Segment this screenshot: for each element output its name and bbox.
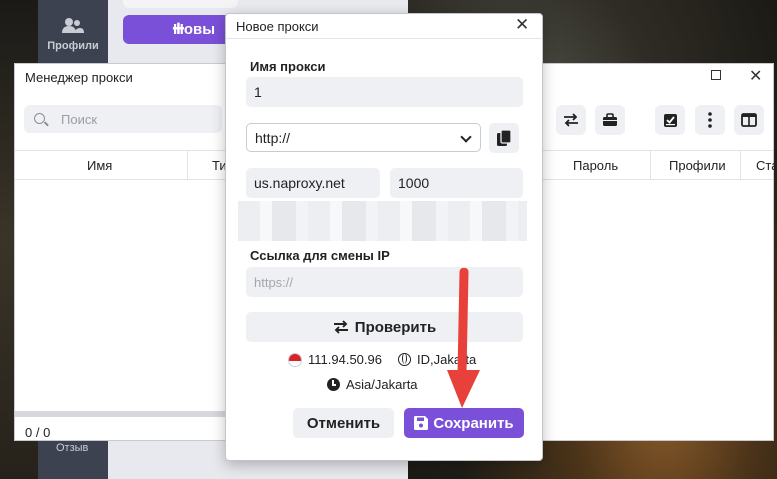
checklist-button[interactable] bbox=[655, 105, 685, 135]
dialog-header: Новое прокси ✕ bbox=[226, 14, 542, 39]
sidebar-item-review[interactable]: Отзыв bbox=[56, 442, 88, 454]
briefcase-button[interactable] bbox=[595, 105, 625, 135]
swap-icon bbox=[333, 320, 348, 334]
globe-icon bbox=[398, 353, 411, 366]
column-divider bbox=[650, 151, 651, 180]
credentials-fields-blurred[interactable] bbox=[238, 201, 527, 241]
swap-button[interactable] bbox=[556, 105, 586, 135]
more-vertical-icon bbox=[708, 112, 712, 128]
clock-icon bbox=[327, 378, 340, 391]
search-icon bbox=[34, 113, 45, 124]
protocol-value: http:// bbox=[255, 129, 291, 146]
column-profiles[interactable]: Профили bbox=[669, 158, 726, 173]
host-input[interactable]: us.naproxy.net bbox=[246, 168, 380, 198]
check-button-label: Проверить bbox=[354, 318, 437, 336]
columns-icon bbox=[741, 113, 757, 127]
paste-button[interactable] bbox=[489, 123, 519, 153]
save-button-label: Сохранить bbox=[433, 414, 514, 432]
ip-value: 111.94.50.96 bbox=[308, 352, 382, 367]
profiles-icon[interactable] bbox=[62, 17, 84, 33]
row-count: 0 / 0 bbox=[25, 425, 51, 440]
column-status[interactable]: Ста bbox=[756, 158, 777, 173]
timezone-value: Asia/Jakarta bbox=[346, 377, 418, 392]
top-pill bbox=[123, 0, 238, 8]
port-input[interactable]: 1000 bbox=[390, 168, 523, 198]
checklist-icon bbox=[663, 113, 677, 127]
horizontal-scrollbar[interactable] bbox=[15, 411, 225, 417]
search-input[interactable]: Поиск bbox=[24, 105, 222, 133]
briefcase-icon bbox=[603, 113, 617, 126]
timezone-info: Asia/Jakarta bbox=[327, 377, 418, 392]
close-icon[interactable]: ✕ bbox=[749, 66, 762, 86]
search-placeholder: Поиск bbox=[61, 112, 98, 127]
column-name[interactable]: Имя bbox=[87, 158, 112, 173]
red-arrow-annotation bbox=[447, 268, 480, 408]
window-title: Менеджер прокси bbox=[25, 70, 133, 85]
column-password[interactable]: Пароль bbox=[573, 158, 618, 173]
cancel-button-label: Отменить bbox=[306, 414, 381, 432]
more-button[interactable] bbox=[695, 105, 725, 135]
proxy-name-input[interactable]: 1 bbox=[246, 77, 523, 107]
sidebar-item-profiles[interactable]: Профили bbox=[38, 40, 108, 52]
plus-icon: + bbox=[172, 16, 185, 41]
column-divider bbox=[740, 151, 741, 180]
close-icon[interactable]: ✕ bbox=[515, 15, 529, 35]
chevron-down-icon bbox=[460, 131, 472, 143]
proxy-name-label: Имя прокси bbox=[250, 59, 326, 74]
ip-info: 111.94.50.96 bbox=[288, 352, 382, 367]
floppy-disk-icon bbox=[414, 416, 429, 430]
dialog-title: Новое прокси bbox=[236, 19, 319, 34]
cancel-button[interactable]: Отменить bbox=[293, 408, 394, 438]
protocol-select[interactable]: http:// bbox=[246, 123, 481, 152]
column-divider bbox=[187, 151, 188, 180]
indonesia-flag-icon bbox=[288, 352, 302, 367]
copy-icon bbox=[497, 130, 511, 146]
swap-icon bbox=[564, 113, 578, 127]
maximize-icon[interactable] bbox=[711, 70, 721, 80]
change-ip-label: Ссылка для смены IP bbox=[250, 248, 390, 263]
new-proxy-dialog: Новое прокси ✕ Имя прокси 1 http:// us.n… bbox=[225, 13, 543, 461]
columns-button[interactable] bbox=[734, 105, 764, 135]
